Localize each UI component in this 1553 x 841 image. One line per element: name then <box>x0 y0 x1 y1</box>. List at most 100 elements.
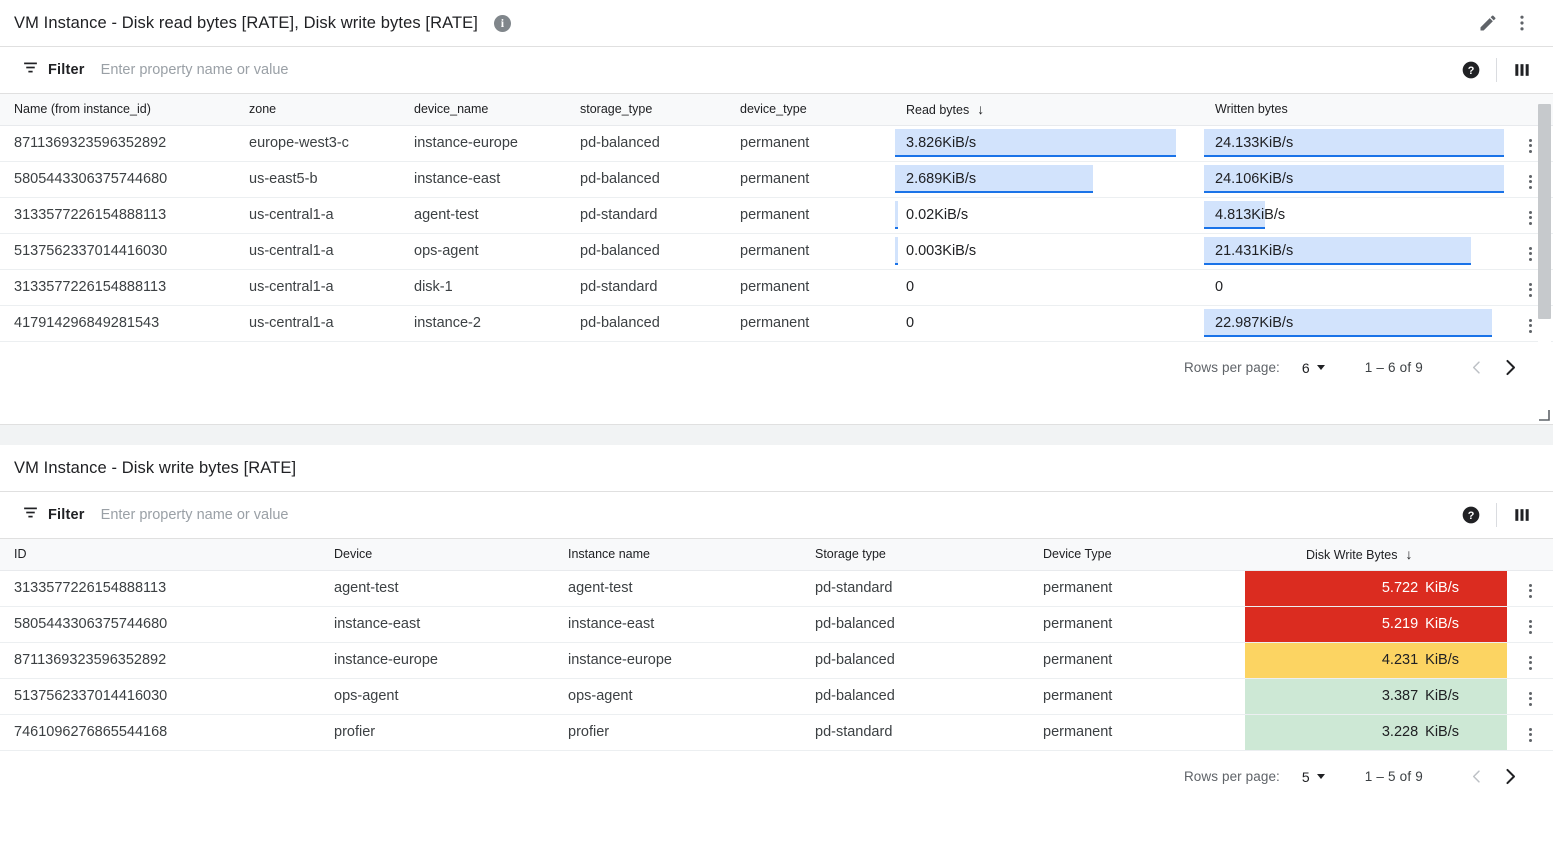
more-vert-icon[interactable] <box>1519 580 1541 602</box>
sort-desc-icon: ↓ <box>977 101 984 117</box>
cell-device-type: permanent <box>740 125 895 161</box>
table-row[interactable]: 3133577226154888113us-central1-aagent-te… <box>0 197 1553 233</box>
rows-per-page-select[interactable]: 5 <box>1302 769 1325 785</box>
cell-storage-type: pd-balanced <box>580 233 740 269</box>
column-header-id[interactable]: ID <box>0 539 334 570</box>
cell-instance-name: instance-europe <box>568 642 815 678</box>
filter-control[interactable]: Filter <box>22 59 85 81</box>
cell-device-type: permanent <box>740 233 895 269</box>
heat-value: 3.387 <box>1382 688 1418 704</box>
more-vert-icon[interactable] <box>1519 652 1541 674</box>
cell-disk-write-bytes: 3.387 KiB/s <box>1245 678 1507 714</box>
row-actions-cell[interactable] <box>1507 606 1553 642</box>
cell-device: agent-test <box>334 570 568 606</box>
table-row[interactable]: 5137562337014416030ops-agentops-agentpd-… <box>0 678 1553 714</box>
column-header-storage-type[interactable]: Storage type <box>815 539 1043 570</box>
row-actions-cell[interactable] <box>1507 714 1553 750</box>
more-vert-icon[interactable] <box>1519 616 1541 638</box>
table-header-row: Name (from instance_id) zone device_name… <box>0 94 1553 125</box>
panel1-header: VM Instance - Disk read bytes [RATE], Di… <box>0 0 1553 47</box>
row-actions-cell[interactable] <box>1507 570 1553 606</box>
heat-unit: KiB/s <box>1425 652 1459 668</box>
filter-list-icon <box>22 59 39 81</box>
columns-icon[interactable] <box>1505 53 1539 87</box>
filter-list-icon <box>22 504 39 526</box>
table-row[interactable]: 7461096276865544168profierprofierpd-stan… <box>0 714 1553 750</box>
more-vert-icon[interactable] <box>1519 688 1541 710</box>
row-actions-cell[interactable] <box>1507 642 1553 678</box>
table-row[interactable]: 5137562337014416030us-central1-aops-agen… <box>0 233 1553 269</box>
table-row[interactable]: 5805443306375744680us-east5-binstance-ea… <box>0 161 1553 197</box>
help-circle-icon[interactable]: ? <box>1454 53 1488 87</box>
more-vert-icon[interactable] <box>1505 6 1539 40</box>
cell-device-name: agent-test <box>414 197 580 233</box>
disk-write-panel: VM Instance - Disk write bytes [RATE] Fi… <box>0 445 1553 841</box>
column-header-actions <box>1507 539 1553 570</box>
cell-written-bytes: 21.431KiB/s <box>1204 233 1507 269</box>
cell-storage-type: pd-standard <box>815 570 1043 606</box>
table-row[interactable]: 417914296849281543us-central1-ainstance-… <box>0 305 1553 341</box>
info-icon[interactable]: i <box>494 15 511 32</box>
cell-disk-write-bytes: 5.219KiB/s <box>1245 606 1507 642</box>
column-header-read-bytes[interactable]: Read bytes↓ <box>895 94 1204 125</box>
table-row[interactable]: 8711369323596352892europe-west3-cinstanc… <box>0 125 1553 161</box>
prev-page-button[interactable] <box>1459 760 1493 794</box>
cell-written-bytes: 0 <box>1204 269 1507 305</box>
filter-label: Filter <box>48 507 85 523</box>
panel1-filter-bar: Filter ? <box>0 47 1553 94</box>
search-input[interactable] <box>101 507 1454 523</box>
cell-storage-type: pd-balanced <box>580 161 740 197</box>
cell-device-name: instance-east <box>414 161 580 197</box>
column-header-device[interactable]: Device <box>334 539 568 570</box>
heat-unit: KiB/s <box>1425 724 1459 740</box>
column-header-name[interactable]: Name (from instance_id) <box>0 94 249 125</box>
columns-icon[interactable] <box>1505 498 1539 532</box>
cell-device-type: permanent <box>740 305 895 341</box>
cell-device-name: ops-agent <box>414 233 580 269</box>
panel1-paginator: Rows per page: 6 1 – 6 of 9 <box>0 342 1553 394</box>
disk-read-write-table: Name (from instance_id) zone device_name… <box>0 94 1553 342</box>
disk-write-table: ID Device Instance name Storage type Dev… <box>0 539 1553 751</box>
filter-control[interactable]: Filter <box>22 504 85 526</box>
column-header-device-type[interactable]: Device Type <box>1043 539 1245 570</box>
column-header-written-bytes[interactable]: Written bytes <box>1204 94 1507 125</box>
page-range: 1 – 6 of 9 <box>1365 360 1423 375</box>
panel-resize-handle[interactable] <box>1538 408 1550 420</box>
column-header-storage-type[interactable]: storage_type <box>580 94 740 125</box>
column-header-device-type[interactable]: device_type <box>740 94 895 125</box>
cell-zone: us-central1-a <box>249 197 414 233</box>
cell-device-type: permanent <box>1043 714 1245 750</box>
cell-device: instance-east <box>334 606 568 642</box>
cell-instance-name: agent-test <box>568 570 815 606</box>
heat-unit: KiB/s <box>1425 616 1459 632</box>
table-vertical-scrollbar[interactable] <box>1538 104 1551 346</box>
rows-per-page-value: 5 <box>1302 769 1310 785</box>
table-row[interactable]: 8711369323596352892instance-europeinstan… <box>0 642 1553 678</box>
table-row[interactable]: 3133577226154888113agent-testagent-testp… <box>0 570 1553 606</box>
table-row[interactable]: 5805443306375744680instance-eastinstance… <box>0 606 1553 642</box>
cell-id: 5137562337014416030 <box>0 678 334 714</box>
more-vert-icon[interactable] <box>1519 724 1541 746</box>
rows-per-page-label: Rows per page: <box>1184 769 1280 784</box>
next-page-button[interactable] <box>1493 760 1527 794</box>
cell-device-type: permanent <box>740 269 895 305</box>
panel2-paginator: Rows per page: 5 1 – 5 of 9 <box>0 751 1553 803</box>
help-circle-icon[interactable]: ? <box>1454 498 1488 532</box>
prev-page-button[interactable] <box>1459 351 1493 385</box>
search-input[interactable] <box>101 62 1454 78</box>
column-header-zone[interactable]: zone <box>249 94 414 125</box>
table-row[interactable]: 3133577226154888113us-central1-adisk-1pd… <box>0 269 1553 305</box>
row-actions-cell[interactable] <box>1507 678 1553 714</box>
heat-unit: KiB/s <box>1425 688 1459 704</box>
cell-zone: us-central1-a <box>249 233 414 269</box>
cell-disk-write-bytes: 5.722KiB/s <box>1245 570 1507 606</box>
column-header-instance-name[interactable]: Instance name <box>568 539 815 570</box>
column-header-disk-write-bytes[interactable]: Disk Write Bytes↓ <box>1245 539 1507 570</box>
rows-per-page-select[interactable]: 6 <box>1302 360 1325 376</box>
pencil-icon[interactable] <box>1471 6 1505 40</box>
heat-value: 4.231 <box>1382 652 1418 668</box>
heat-value: 5.722 <box>1382 580 1418 596</box>
next-page-button[interactable] <box>1493 351 1527 385</box>
column-header-device-name[interactable]: device_name <box>414 94 580 125</box>
cell-device-type: permanent <box>1043 570 1245 606</box>
